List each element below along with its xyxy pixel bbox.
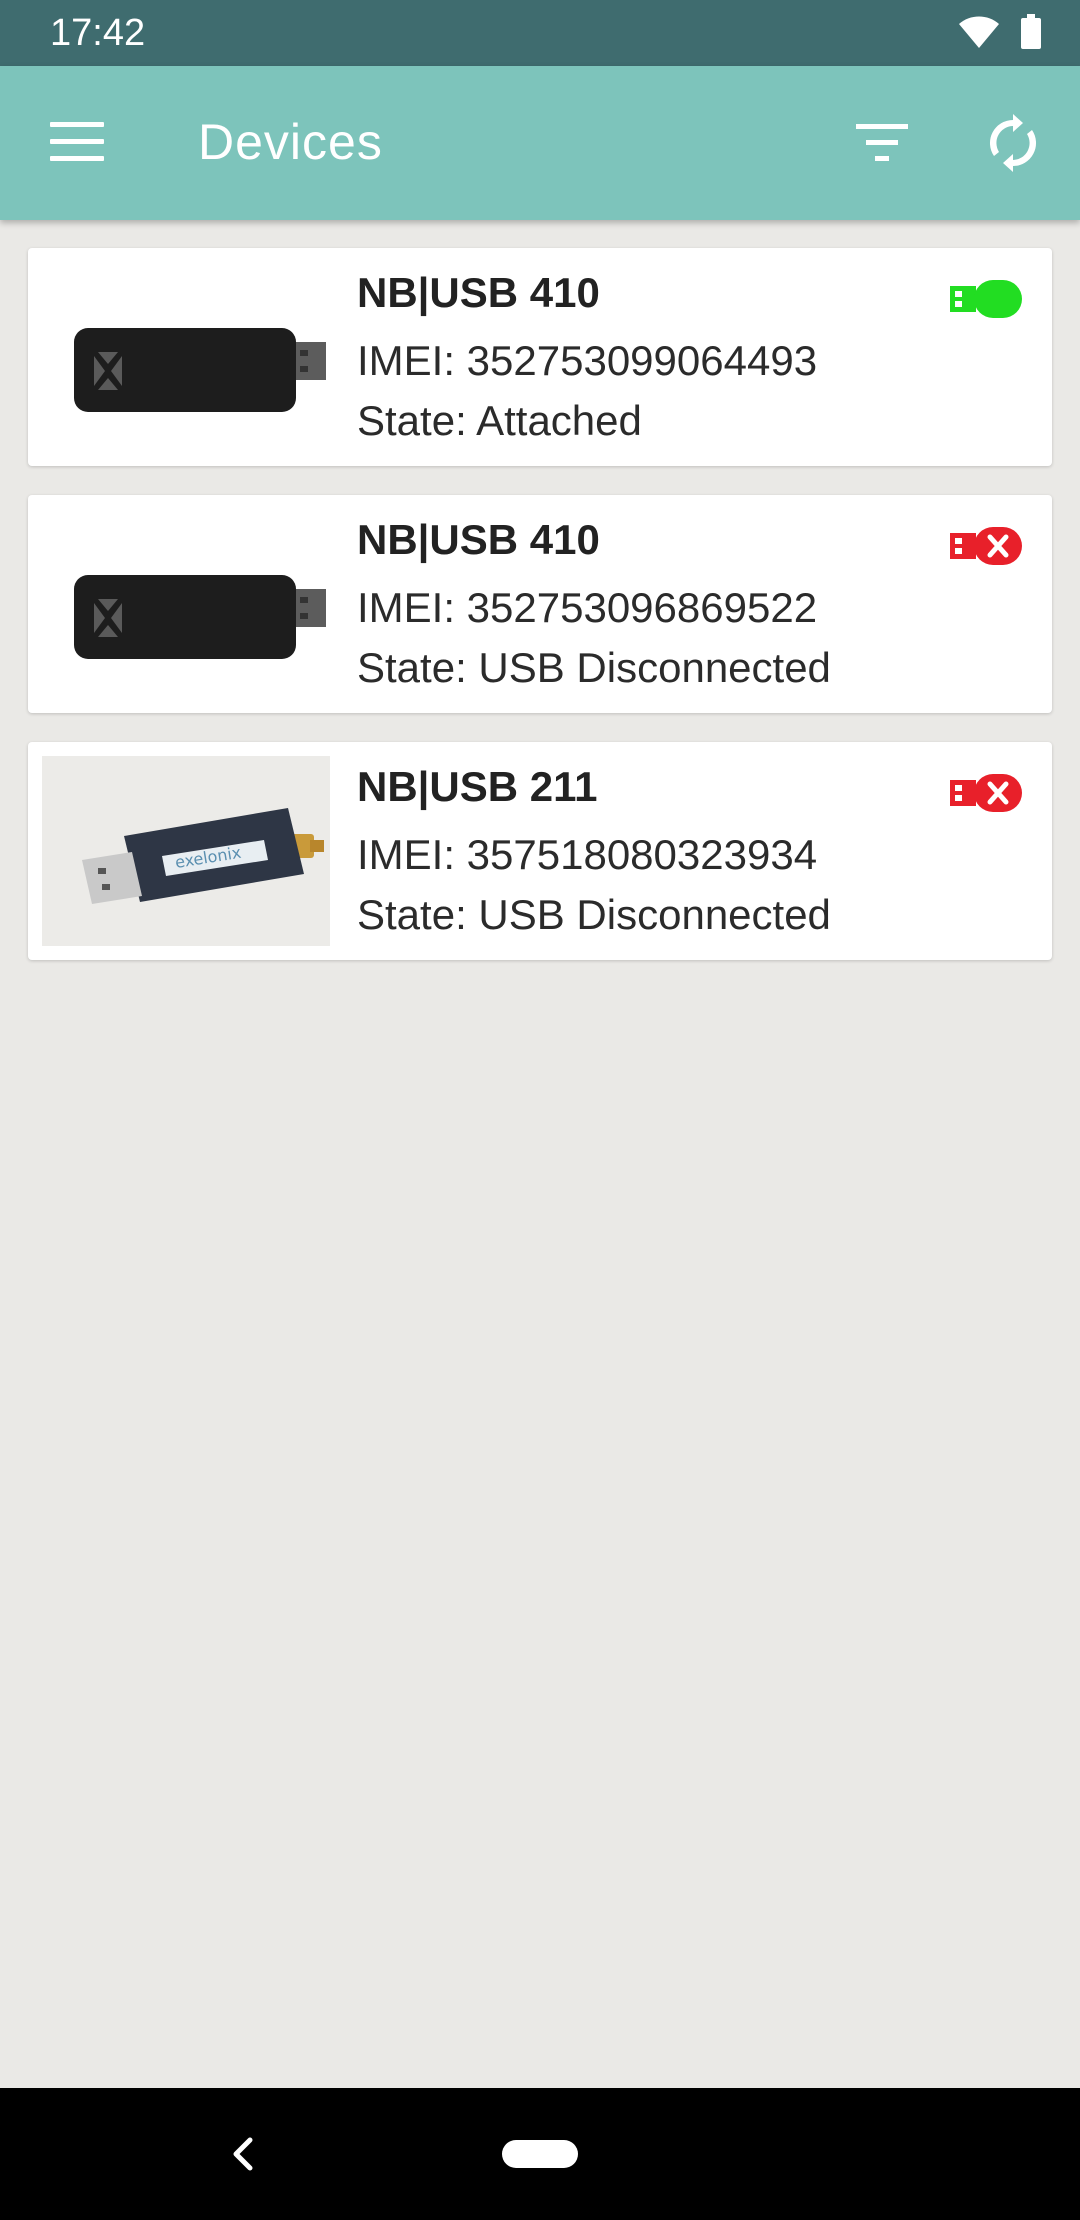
device-imei: IMEI: 357518080323934 xyxy=(357,831,818,878)
usb-connected-icon xyxy=(950,280,1022,318)
device-name: NB|USB 211 xyxy=(357,763,598,810)
sync-icon[interactable] xyxy=(982,112,1044,174)
device-state: State: USB Disconnected xyxy=(357,891,831,938)
device-card[interactable]: NB|USB 410 IMEI: 352753099064493 State: … xyxy=(28,248,1052,466)
device-imei: IMEI: 352753099064493 xyxy=(357,337,818,384)
usb-disconnected-icon xyxy=(950,774,1022,812)
status-icons xyxy=(958,14,1042,50)
battery-icon xyxy=(1021,14,1041,49)
device-imei: IMEI: 352753096869522 xyxy=(357,584,818,631)
device-state: State: Attached xyxy=(357,397,642,444)
usb-stick-image xyxy=(74,575,326,659)
filter-icon[interactable] xyxy=(852,116,912,170)
device-name: NB|USB 410 xyxy=(357,269,600,316)
device-name: NB|USB 410 xyxy=(357,516,600,563)
device-card[interactable]: exelonix NB|USB 211 IMEI: 35751808032393… xyxy=(28,742,1052,960)
status-time: 17:42 xyxy=(50,12,146,54)
system-nav-bar xyxy=(0,2088,1080,2220)
page-title: Devices xyxy=(198,114,383,170)
device-state: State: USB Disconnected xyxy=(357,644,831,691)
back-icon[interactable] xyxy=(222,2128,262,2180)
app-bar: Devices xyxy=(0,66,1080,220)
home-pill[interactable] xyxy=(502,2140,578,2168)
usb-stick-image xyxy=(74,328,326,412)
status-bar: 17:42 xyxy=(0,0,1080,66)
device-card[interactable]: NB|USB 410 IMEI: 352753096869522 State: … xyxy=(28,495,1052,713)
wifi-icon xyxy=(959,16,999,48)
exelonix-stick-image: exelonix xyxy=(42,756,330,946)
usb-disconnected-icon xyxy=(950,527,1022,565)
menu-icon[interactable] xyxy=(50,122,104,162)
